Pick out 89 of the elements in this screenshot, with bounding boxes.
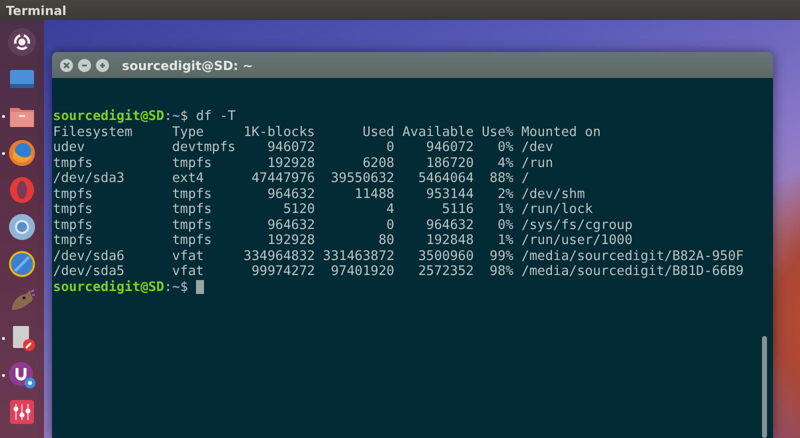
- table-cell-text: 98%: [488, 264, 514, 280]
- table-cell-text: 1%: [496, 233, 514, 248]
- mixer-icon[interactable]: [7, 397, 37, 427]
- table-cell-text: 964632: [266, 218, 315, 233]
- table-cell-text: 192848: [425, 233, 474, 248]
- window-title: sourcedigit@SD: ~: [122, 58, 254, 72]
- command-prompt: sourcedigit@SD:~$: [53, 280, 188, 295]
- table-cell: /media/sourcedigit/B81D-66B9: [521, 264, 744, 280]
- ring-icon[interactable]: [7, 175, 37, 205]
- table-cell-text: 5120: [282, 202, 315, 218]
- table-cell-text: vfat: [172, 264, 205, 280]
- column-header: Mounted on: [521, 124, 602, 140]
- ubuntu-logo-icon[interactable]: [7, 27, 37, 57]
- table-cell-text: tmpfs: [172, 218, 213, 233]
- table-cell-text: tmpfs: [53, 186, 94, 202]
- table-cell-text: 80: [377, 233, 394, 248]
- fox-globe-icon[interactable]: [7, 138, 37, 168]
- table-cell-text: tmpfs: [172, 202, 213, 218]
- table-cell-text: /run: [521, 156, 554, 171]
- table-cell-text: 0%: [496, 218, 514, 233]
- table-cell-text: /run/user/1000: [521, 233, 634, 248]
- column-header: 1K-blocks: [244, 124, 315, 140]
- table-cell-text: tmpfs: [172, 156, 213, 171]
- table-cell-text: 11488: [354, 186, 394, 202]
- table-cell-text: 99974272: [250, 264, 315, 280]
- table-cell-text: 47447976: [250, 171, 315, 186]
- table-cell-text: 97401920: [330, 264, 394, 280]
- table-cell: devtmpfs: [172, 140, 236, 156]
- table-cell-text: 5464064: [417, 171, 474, 186]
- column-header: Filesystem: [53, 124, 134, 140]
- scrollbar[interactable]: [762, 336, 767, 438]
- minimize-button[interactable]: [78, 58, 91, 72]
- table-cell-text: tmpfs: [53, 218, 94, 233]
- table-cell-text: 953144: [425, 186, 474, 202]
- command-prompt: sourcedigit@SD:~$ df -T: [53, 109, 236, 124]
- column-header: Type: [172, 124, 205, 140]
- table-cell-text: /dev/shm: [521, 186, 586, 202]
- table-cell-text: /sys/fs/cgroup: [521, 218, 634, 233]
- terminal-area[interactable]: [52, 78, 773, 438]
- circle-icon[interactable]: [7, 249, 37, 279]
- table-cell-text: 3500960: [417, 248, 474, 264]
- close-button[interactable]: [60, 58, 73, 72]
- table-cell-text: 192928: [266, 233, 315, 248]
- close-icon: [62, 60, 71, 70]
- table-cell-text: 6208: [362, 156, 394, 171]
- table-cell-text: 4: [385, 202, 394, 218]
- table-cell: 334964832: [244, 248, 315, 264]
- table-cell-text: 192928: [266, 156, 315, 171]
- table-cell-text: tmpfs: [172, 233, 213, 248]
- table-cell-text: udev: [53, 140, 86, 156]
- maximize-button[interactable]: [96, 58, 109, 72]
- table-cell-text: 2%: [496, 186, 514, 202]
- table-cell-text: /: [521, 171, 530, 186]
- table-cell: 331463872: [322, 248, 394, 264]
- table-cell-text: 0%: [496, 140, 514, 156]
- table-cell-text: 39550632: [330, 171, 394, 186]
- table-cell-text: tmpfs: [172, 186, 213, 202]
- table-cell-text: tmpfs: [53, 202, 94, 218]
- table-cell-text: 0: [385, 218, 394, 233]
- table-cell-text: /dev/sda5: [53, 264, 126, 280]
- table-cell-text: 964632: [266, 186, 315, 202]
- table-cell-text: tmpfs: [53, 156, 94, 171]
- table-cell-text: 4%: [496, 156, 514, 171]
- table-cell-text: 946072: [425, 140, 474, 156]
- globe-icon[interactable]: [7, 212, 37, 242]
- table-cell-text: 0: [385, 140, 394, 156]
- table-cell-text: 1%: [496, 202, 514, 218]
- table-cell-text: 964632: [425, 218, 474, 233]
- table-cell-text: 99%: [488, 248, 514, 264]
- plus-icon: [98, 60, 107, 70]
- column-header: Available: [402, 124, 474, 140]
- table-cell-text: vfat: [172, 248, 205, 264]
- u-letter-icon[interactable]: [7, 360, 37, 390]
- table-cell-text: 2572352: [417, 264, 474, 280]
- table-cell-text: tmpfs: [53, 233, 94, 248]
- table-cell-text: /dev: [521, 140, 554, 156]
- table-cell-text: /dev/sda3: [53, 171, 126, 186]
- table-cell-text: 186720: [425, 156, 474, 171]
- table-cell-text: 946072: [266, 140, 315, 156]
- column-header: Use%: [482, 124, 514, 140]
- app-title: Terminal: [6, 2, 66, 18]
- table-cell-text: ext4: [172, 171, 205, 186]
- table-cell-text: 5116: [441, 202, 474, 218]
- text-cursor: [196, 280, 204, 294]
- column-header: Used: [362, 124, 394, 140]
- table-cell: /media/sourcedigit/B82A-950F: [521, 248, 744, 264]
- table-cell-text: 88%: [488, 171, 514, 186]
- table-cell-text: /run/lock: [521, 202, 594, 218]
- table-cell-text: /dev/sda6: [53, 248, 126, 264]
